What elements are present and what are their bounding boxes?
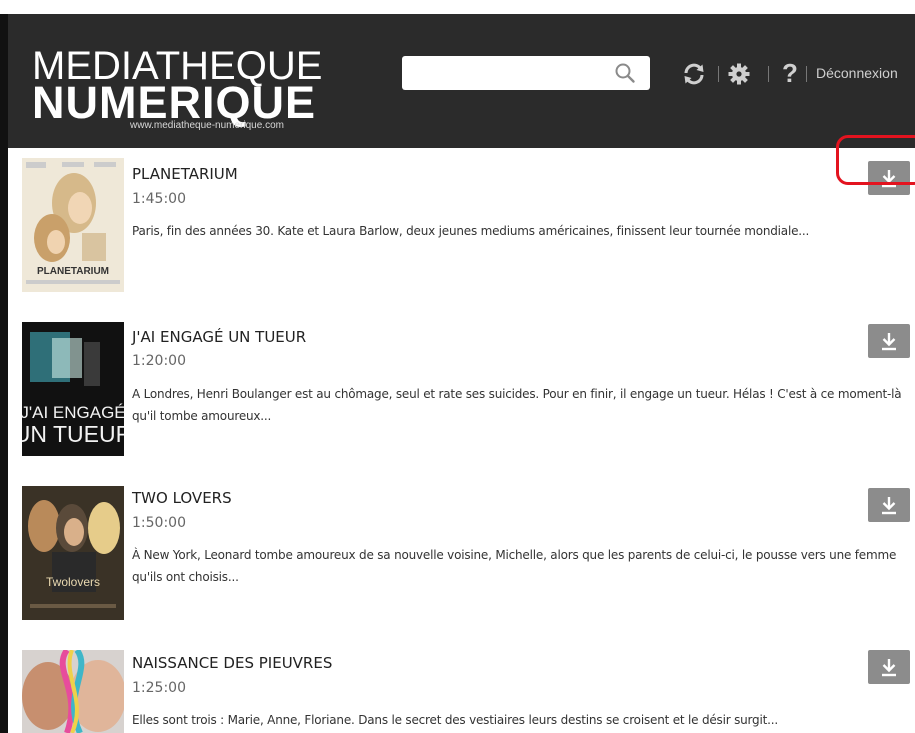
download-highlight-annotation [836,135,915,185]
poster-image[interactable]: J'AI ENGAGÉ UN TUEUR [22,322,124,456]
download-button[interactable] [868,488,910,522]
film-duration: 1:20:00 [132,353,186,369]
header-separator [806,66,807,82]
film-title[interactable]: J'AI ENGAGÉ UN TUEUR [132,328,306,346]
logo-url: www.mediatheque-numerique.com [130,120,284,131]
film-synopsis: À New York, Leonard tombe amoureux de sa… [132,548,897,584]
poster-image[interactable]: PLANETARIUM [22,158,124,292]
gear-icon[interactable] [728,63,750,85]
search-icon[interactable] [614,62,636,84]
download-icon [882,659,896,677]
film-duration: 1:25:00 [132,680,186,696]
refresh-icon[interactable] [682,62,706,86]
list-item[interactable]: J'AI ENGAGÉ UN TUEUR J'AI ENGAGÉ UN TUEU… [8,318,915,483]
list-item[interactable]: PLANETARIUM PLANETARIUM 1:45:00 Paris, f… [8,148,915,318]
list-item[interactable]: Twolovers TWO LOVERS 1:50:00 À New York,… [8,483,915,648]
film-duration: 1:45:00 [132,191,186,207]
header-separator [718,66,719,82]
logo-line2: NUMERIQUE [32,77,317,128]
poster-title: PLANETARIUM [37,266,109,277]
film-synopsis: Paris, fin des années 30. Kate et Laura … [132,224,810,238]
film-duration: 1:50:00 [132,515,186,531]
poster-image[interactable]: Twolovers [22,486,124,620]
download-button[interactable] [868,324,910,358]
help-icon[interactable]: ? [782,56,798,90]
download-button[interactable] [868,650,910,684]
poster-image[interactable] [22,650,124,733]
film-synopsis: A Londres, Henri Boulanger est au chômag… [132,387,902,423]
download-icon [882,333,896,351]
poster-title-line1: J'AI ENGAGÉ [22,403,124,422]
film-title[interactable]: PLANETARIUM [132,165,238,183]
logout-link[interactable]: Déconnexion [816,65,898,81]
list-item[interactable]: NAISSANCE DES PIEUVRES 1:25:00 Elles son… [8,648,915,733]
header-separator [768,66,769,82]
window-left-edge [0,0,8,733]
download-icon [882,497,896,515]
film-title[interactable]: NAISSANCE DES PIEUVRES [132,654,332,672]
film-title[interactable]: TWO LOVERS [132,489,232,507]
film-synopsis: Elles sont trois : Marie, Anne, Floriane… [132,713,778,727]
poster-title: Twolovers [46,575,100,589]
window-top-strip [0,0,915,14]
poster-title-line2: UN TUEUR [22,421,124,447]
search-input[interactable] [402,56,650,90]
